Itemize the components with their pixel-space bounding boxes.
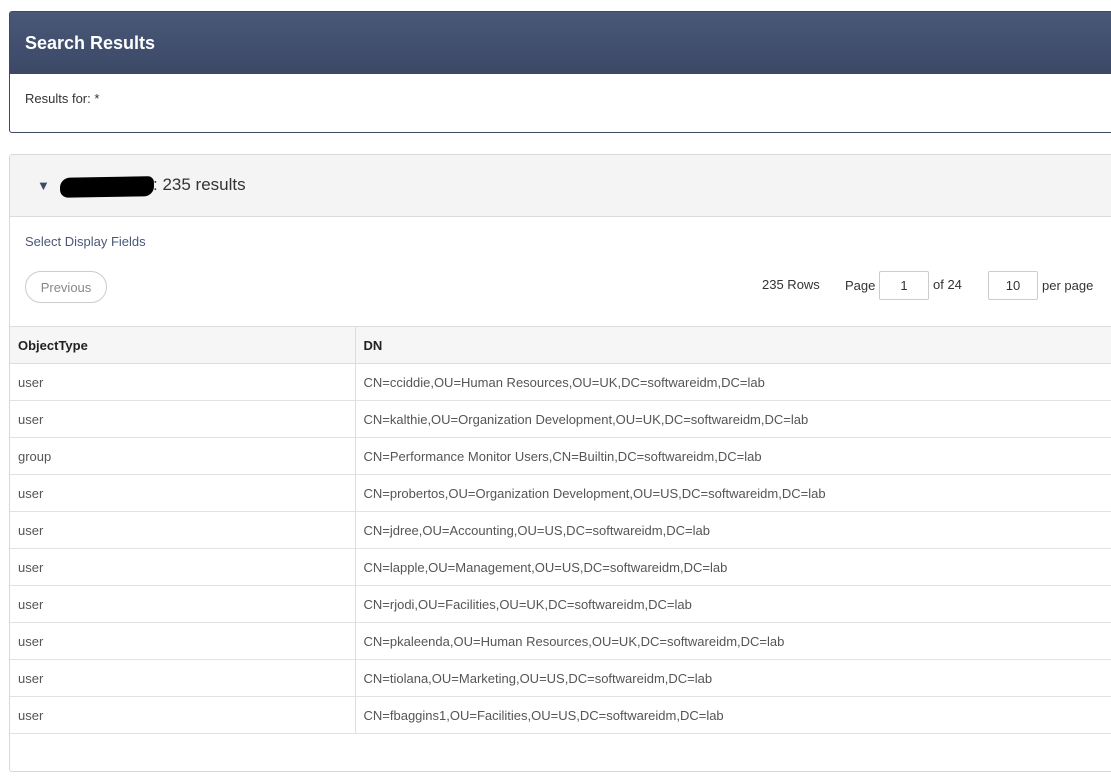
cell-dn: CN=probertos,OU=Organization Development… [355,474,1111,512]
page-title: Search Results [25,32,156,53]
results-count-title: : 235 results [153,175,246,194]
rows-count: 235 Rows [762,277,820,292]
table-row[interactable]: user CN=cciddie,OU=Human Resources,OU=UK… [10,363,1111,401]
table-header-row: ObjectType DN [10,326,1111,364]
table-row[interactable]: user CN=kalthie,OU=Organization Developm… [10,400,1111,438]
table-row[interactable]: user CN=probertos,OU=Organization Develo… [10,474,1111,512]
table-row[interactable]: group CN=Performance Monitor Users,CN=Bu… [10,437,1111,475]
page-label: Page [845,278,876,293]
search-results-header: Search Results [10,12,1111,74]
results-for-label: Results for: * [25,91,100,106]
cell-objecttype: user [10,511,356,549]
cell-dn: CN=tiolana,OU=Marketing,OU=US,DC=softwar… [355,659,1111,697]
page-number-input[interactable] [879,271,929,300]
cell-objecttype: user [10,585,356,623]
cell-objecttype: user [10,696,356,734]
table-row[interactable]: user CN=tiolana,OU=Marketing,OU=US,DC=so… [10,659,1111,697]
table-row[interactable]: user CN=pkaleenda,OU=Human Resources,OU=… [10,622,1111,660]
results-group-header[interactable]: ▼ : 235 results [10,155,1111,217]
cell-dn: CN=lapple,OU=Management,OU=US,DC=softwar… [355,548,1111,586]
column-header-objecttype[interactable]: ObjectType [10,326,356,364]
redacted-group-name [59,176,155,198]
select-display-fields-link[interactable]: Select Display Fields [25,234,146,249]
table-row[interactable]: user CN=rjodi,OU=Facilities,OU=UK,DC=sof… [10,585,1111,623]
cell-dn: CN=cciddie,OU=Human Resources,OU=UK,DC=s… [355,363,1111,401]
previous-button[interactable]: Previous [25,271,107,303]
per-page-label: per page [1042,278,1094,293]
results-group-panel: ▼ : 235 results Select Display Fields Pr… [9,154,1111,772]
page-total-label: of 24 [933,277,962,292]
cell-dn: CN=fbaggins1,OU=Facilities,OU=US,DC=soft… [355,696,1111,734]
cell-objecttype: user [10,622,356,660]
search-results-panel: Search Results Results for: * [9,11,1111,133]
cell-objecttype: user [10,400,356,438]
results-table: ObjectType DN user CN=cciddie,OU=Human R… [10,326,1111,734]
table-row[interactable]: user CN=lapple,OU=Management,OU=US,DC=so… [10,548,1111,586]
cell-objecttype: group [10,437,356,475]
per-page-input[interactable] [988,271,1038,300]
cell-dn: CN=rjodi,OU=Facilities,OU=UK,DC=software… [355,585,1111,623]
cell-dn: CN=pkaleenda,OU=Human Resources,OU=UK,DC… [355,622,1111,660]
cell-dn: CN=jdree,OU=Accounting,OU=US,DC=software… [355,511,1111,549]
cell-dn: CN=kalthie,OU=Organization Development,O… [355,400,1111,438]
table-row[interactable]: user CN=fbaggins1,OU=Facilities,OU=US,DC… [10,696,1111,734]
cell-objecttype: user [10,659,356,697]
caret-down-icon[interactable]: ▼ [37,178,50,193]
cell-objecttype: user [10,363,356,401]
table-row[interactable]: user CN=jdree,OU=Accounting,OU=US,DC=sof… [10,511,1111,549]
column-header-dn[interactable]: DN [355,326,1111,364]
cell-objecttype: user [10,548,356,586]
cell-objecttype: user [10,474,356,512]
cell-dn: CN=Performance Monitor Users,CN=Builtin,… [355,437,1111,475]
